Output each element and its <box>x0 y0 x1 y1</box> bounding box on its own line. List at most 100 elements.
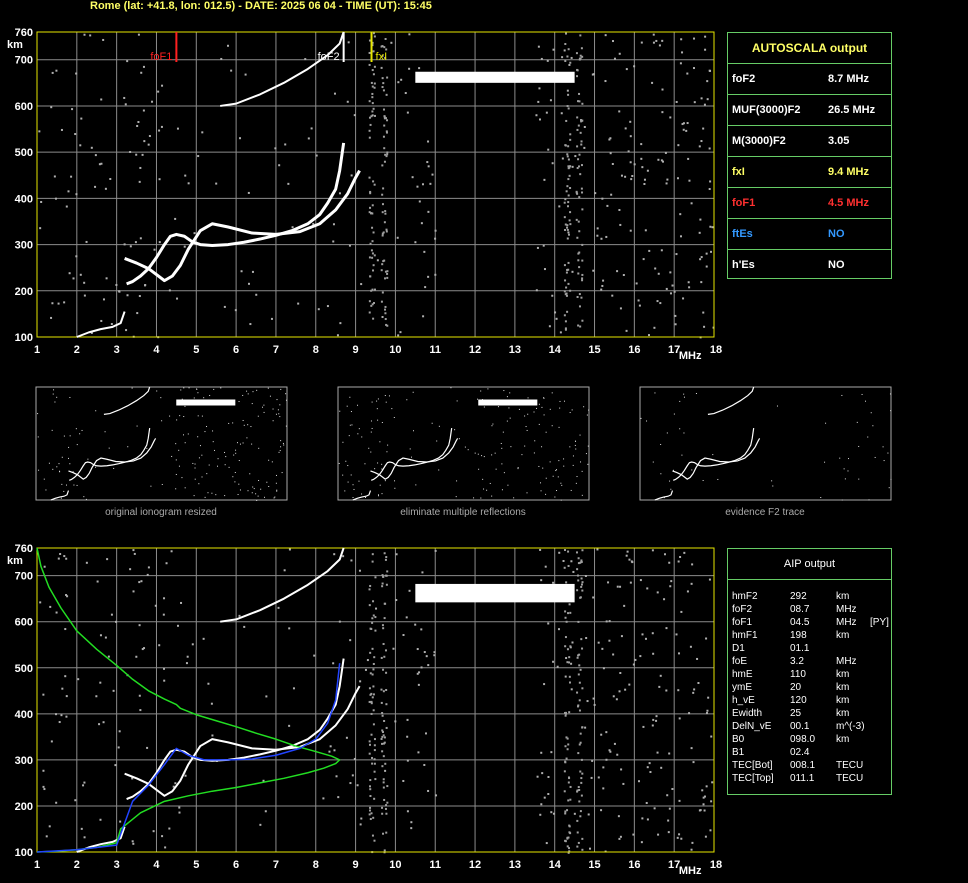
noise-dot <box>215 182 218 185</box>
noise-dot <box>368 116 371 119</box>
noise-dot <box>374 629 377 632</box>
noise-dot <box>387 444 389 446</box>
noise-dot <box>629 581 632 584</box>
noise-dot <box>283 569 286 572</box>
noise-dot <box>406 718 409 721</box>
noise-dot <box>545 493 547 495</box>
noise-dot <box>399 331 402 334</box>
aip-name: ymE <box>732 682 752 693</box>
noise-dot <box>251 492 253 494</box>
noise-dot <box>114 764 117 767</box>
noise-dot <box>660 249 663 252</box>
noise-dot <box>386 76 389 79</box>
noise-dot <box>890 478 892 480</box>
noise-dot <box>691 469 693 471</box>
noise-dot <box>267 387 269 389</box>
noise-dot <box>280 446 282 448</box>
noise-dot <box>608 639 611 642</box>
noise-dot <box>589 847 592 850</box>
noise-dot <box>125 329 128 332</box>
noise-dot <box>238 401 240 403</box>
noise-dot <box>538 118 541 121</box>
noise-dot <box>652 652 655 655</box>
noise-dot <box>350 174 353 177</box>
aip-value: 292 <box>790 591 807 602</box>
noise-dot <box>567 93 570 96</box>
noise-dot <box>543 796 546 799</box>
noise-dot <box>666 432 668 434</box>
noise-dot <box>709 180 712 183</box>
noise-dot <box>383 221 386 224</box>
noise-dot <box>69 396 71 398</box>
noise-dot <box>579 810 582 813</box>
noise-dot <box>627 150 630 153</box>
noise-dot <box>53 175 56 178</box>
noise-dot <box>207 682 210 685</box>
noise-dot <box>353 114 356 117</box>
noise-dot <box>244 73 247 76</box>
aip-value: 20 <box>790 682 802 693</box>
noise-dot <box>580 585 583 588</box>
noise-dot <box>541 446 543 448</box>
noise-dot <box>347 465 349 467</box>
y-tick-label: 100 <box>15 332 33 344</box>
noise-dot <box>580 164 583 167</box>
noise-dot <box>204 431 206 433</box>
noise-dot <box>526 492 528 494</box>
noise-dot <box>568 174 571 177</box>
noise-dot <box>578 196 581 199</box>
noise-dot <box>255 493 257 495</box>
x-tick-label: 1 <box>34 859 40 871</box>
noise-dot <box>124 103 127 106</box>
noise-dot <box>575 52 578 55</box>
sporadic-band <box>415 71 575 83</box>
noise-dot <box>94 154 97 157</box>
noise-dot <box>381 585 384 588</box>
noise-dot <box>629 229 632 232</box>
noise-dot <box>283 444 285 446</box>
noise-dot <box>587 463 589 465</box>
aip-unit: km <box>836 734 850 745</box>
noise-dot <box>576 75 579 78</box>
noise-dot <box>572 570 575 573</box>
thumbnail-frame <box>35 386 288 501</box>
noise-dot <box>335 775 338 778</box>
noise-dot <box>350 559 353 562</box>
noise-dot <box>279 416 281 418</box>
noise-dot <box>361 436 363 438</box>
noise-dot <box>659 674 662 677</box>
noise-dot <box>129 150 132 153</box>
noise-dot <box>568 825 571 828</box>
noise-dot <box>257 415 259 417</box>
noise-dot <box>667 819 670 822</box>
aip-unit: TECU <box>836 760 864 771</box>
noise-dot <box>668 561 671 564</box>
noise-dot <box>567 231 570 234</box>
noise-dot <box>575 551 578 554</box>
noise-dot <box>426 161 429 164</box>
noise-dot <box>689 645 692 648</box>
noise-dot <box>569 138 572 141</box>
noise-dot <box>678 717 681 720</box>
noise-dot <box>232 476 234 478</box>
noise-dot <box>168 827 171 830</box>
noise-dot <box>646 169 649 172</box>
noise-dot <box>371 92 374 95</box>
noise-dot <box>371 427 373 429</box>
noise-dot <box>631 175 634 178</box>
thumbnail-1 <box>337 386 590 501</box>
noise-dot <box>119 820 122 823</box>
noise-dot <box>158 129 161 132</box>
autoscala-value: NO <box>828 259 845 271</box>
noise-dot <box>262 406 264 408</box>
noise-dot <box>55 69 58 72</box>
noise-dot <box>258 447 260 449</box>
autoscala-label: MUF(3000)F2 <box>732 104 801 116</box>
noise-dot <box>157 90 160 93</box>
noise-dot <box>191 643 194 646</box>
noise-dot <box>83 294 86 297</box>
aip-value: 198 <box>790 630 807 641</box>
noise-dot <box>371 85 374 88</box>
noise-dot <box>108 447 110 449</box>
noise-dot <box>700 140 703 143</box>
